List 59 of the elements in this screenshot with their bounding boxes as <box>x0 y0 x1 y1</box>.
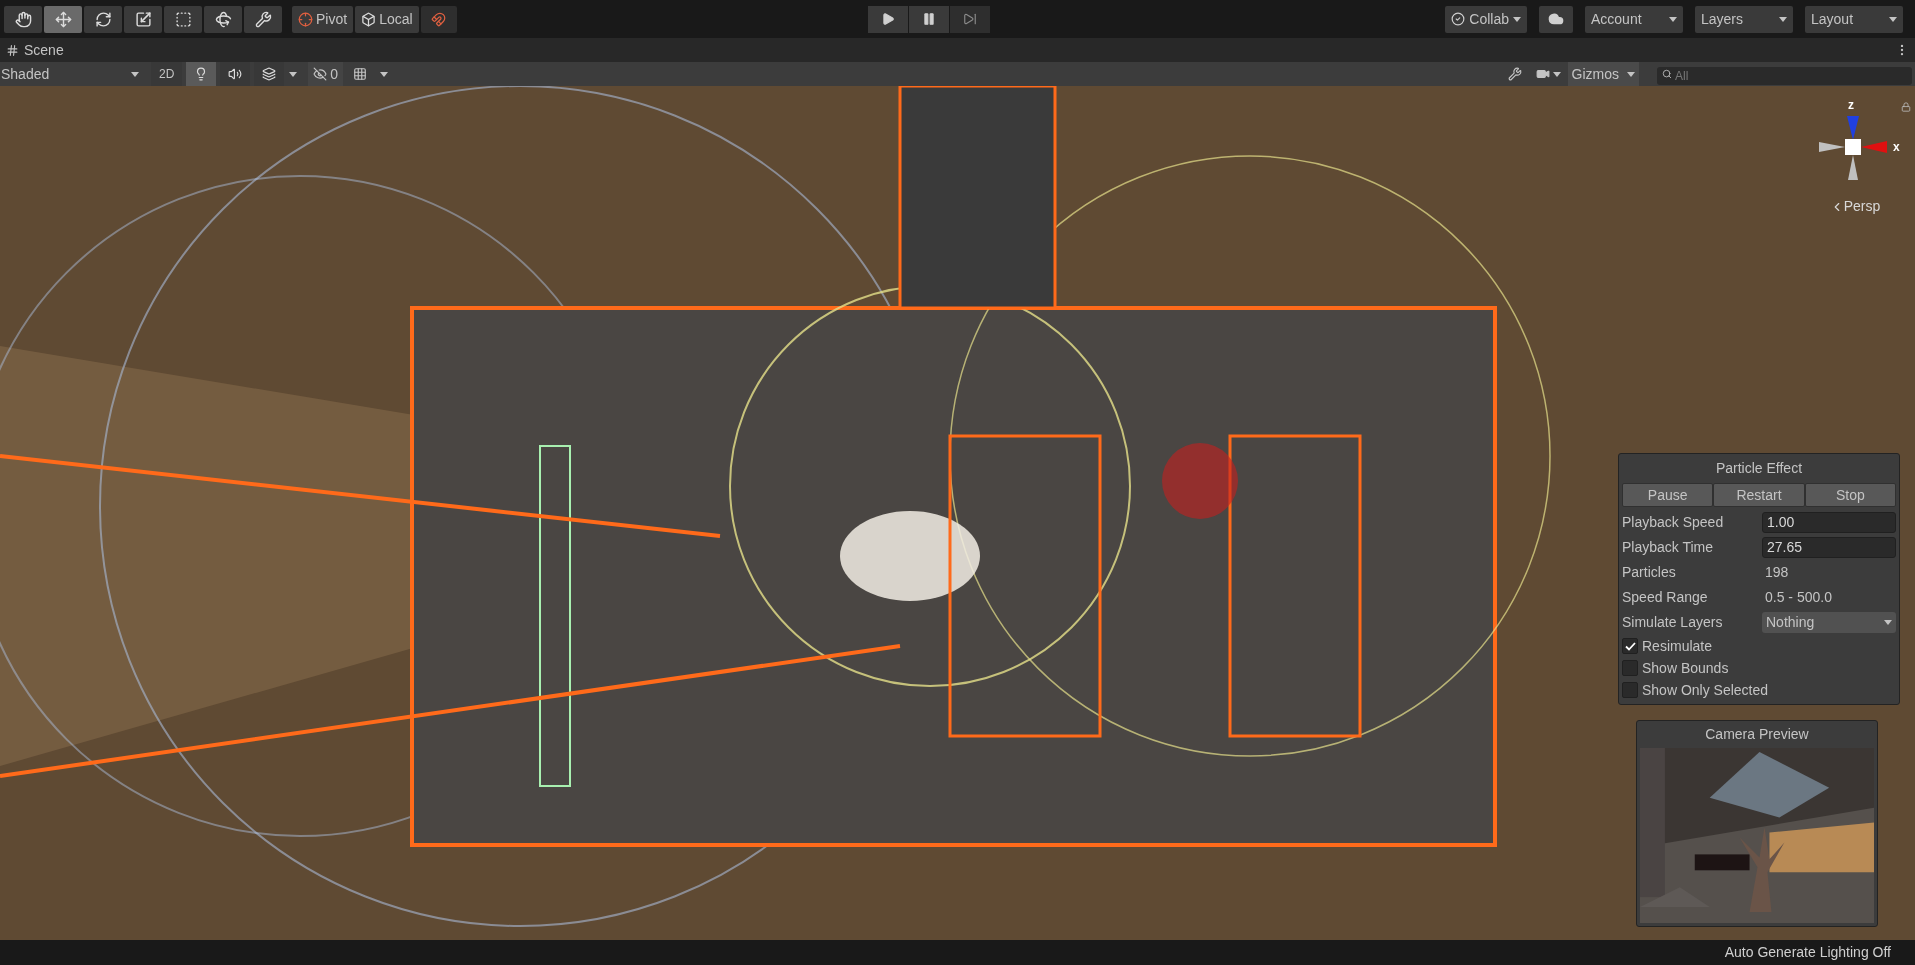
play-icon <box>881 12 895 26</box>
scene-tab[interactable]: Scene <box>24 39 64 61</box>
caret-icon <box>1553 71 1562 77</box>
pause-icon <box>922 12 936 26</box>
camera-icon <box>1536 67 1551 81</box>
search-icon <box>1662 69 1672 79</box>
draw-mode-dropdown[interactable]: Shaded <box>0 62 145 86</box>
magnet-icon <box>431 11 447 27</box>
pause-button[interactable] <box>909 5 949 33</box>
scene-tab-icon <box>6 43 19 57</box>
cloud-icon <box>1548 11 1564 27</box>
custom-tool-icon <box>254 10 272 28</box>
grid-icon <box>353 67 368 81</box>
caret-icon <box>1513 16 1521 22</box>
status-text: Auto Generate Lighting Off <box>1724 943 1891 962</box>
rotate-tool-icon <box>94 10 112 28</box>
eye-off-icon <box>313 67 328 81</box>
search-field[interactable]: All <box>1657 67 1912 85</box>
menu-dropdown[interactable]: Account <box>1585 5 1683 33</box>
toggle-button[interactable] <box>220 62 251 86</box>
tool-button[interactable] <box>84 5 122 33</box>
toggle-button[interactable] <box>186 62 217 86</box>
toggle-button[interactable] <box>254 62 285 86</box>
effects-icon <box>262 67 277 81</box>
wrench-icon <box>1507 67 1522 81</box>
scale-tool-icon <box>134 10 152 28</box>
local-button[interactable]: Local <box>355 5 419 33</box>
cube-icon <box>361 11 377 27</box>
move-tool-icon <box>54 10 72 28</box>
hand-tool-icon <box>14 10 32 28</box>
step-button[interactable] <box>950 5 990 33</box>
step-icon <box>963 12 977 26</box>
hidden-objects-button[interactable]: 0 <box>308 62 344 86</box>
tool-button[interactable] <box>44 5 82 33</box>
grid-snap-button[interactable] <box>420 5 457 33</box>
menu-dropdown[interactable]: Layout <box>1805 5 1903 33</box>
caret-icon <box>1669 16 1677 22</box>
caret-icon <box>131 71 139 77</box>
caret-icon <box>1627 71 1635 77</box>
2d-toggle[interactable]: 2D <box>151 62 183 86</box>
pivot-button[interactable]: Pivot <box>292 5 354 33</box>
check-icon <box>1451 12 1466 26</box>
cloud-button[interactable] <box>1539 5 1573 33</box>
caret-icon <box>1889 16 1897 22</box>
tool-button[interactable] <box>124 5 162 33</box>
transform-tool-icon <box>214 10 232 28</box>
rect-tool-icon <box>174 10 192 28</box>
menu-dropdown[interactable]: Layers <box>1695 5 1793 33</box>
caret-icon <box>1779 16 1787 22</box>
caret-icon <box>289 71 298 77</box>
play-button[interactable] <box>868 5 908 33</box>
gizmos-dropdown[interactable]: Gizmos <box>1567 62 1639 86</box>
tool-button[interactable] <box>244 5 282 33</box>
tool-button[interactable] <box>4 5 42 33</box>
audio-icon <box>228 67 243 81</box>
collab-button[interactable]: Collab <box>1445 5 1527 33</box>
caret-icon <box>380 71 389 77</box>
tool-button[interactable] <box>164 5 202 33</box>
tool-button[interactable] <box>204 5 242 33</box>
